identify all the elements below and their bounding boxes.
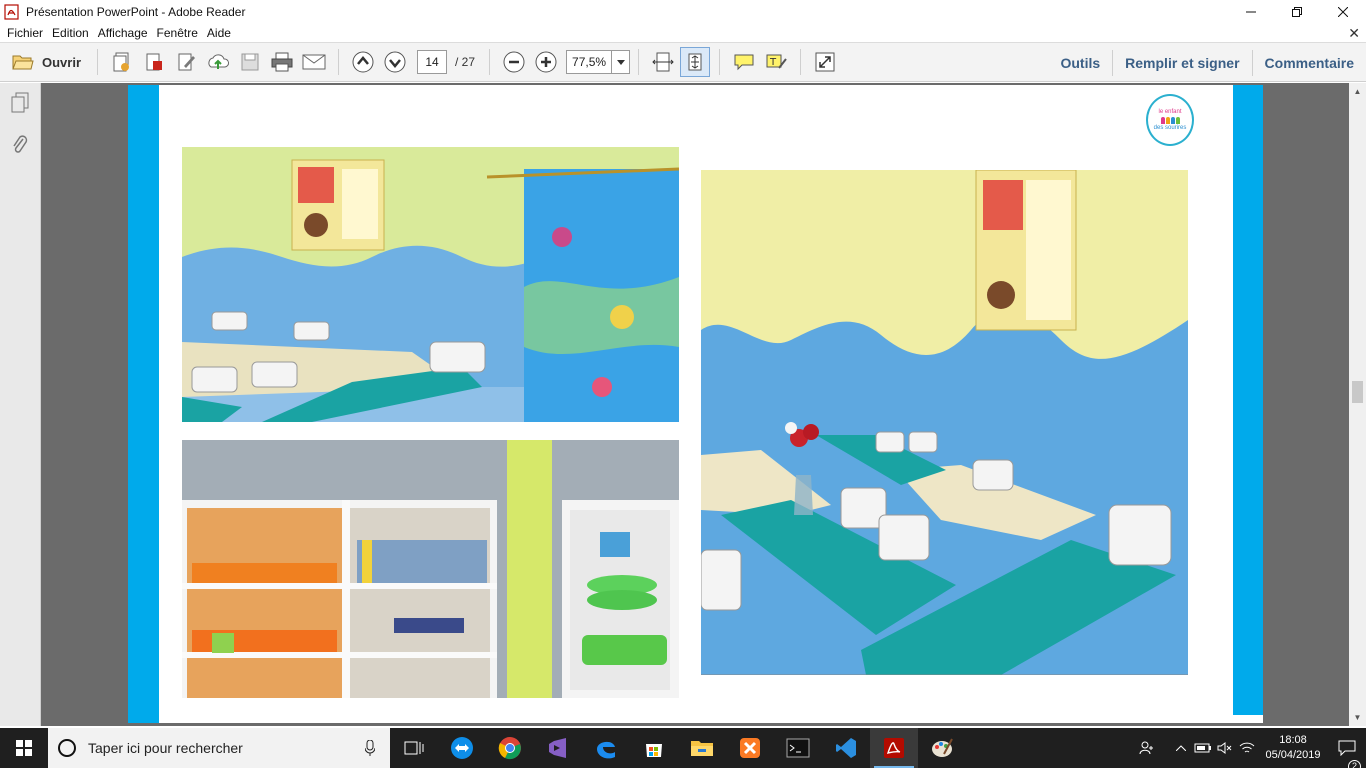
next-page-icon[interactable] bbox=[380, 47, 410, 77]
people-icon[interactable] bbox=[1136, 728, 1158, 768]
edge-icon[interactable] bbox=[582, 728, 630, 768]
microphone-icon[interactable] bbox=[360, 740, 380, 756]
create-pdf-icon[interactable] bbox=[107, 47, 137, 77]
system-tray: 18:08 05/04/2019 2 bbox=[1136, 728, 1366, 768]
vertical-scrollbar[interactable]: ▲ ▼ bbox=[1349, 83, 1366, 726]
print-icon[interactable] bbox=[267, 47, 297, 77]
chrome-icon[interactable] bbox=[486, 728, 534, 768]
xampp-icon[interactable] bbox=[726, 728, 774, 768]
photo-classroom-curtain bbox=[182, 147, 679, 422]
visual-studio-icon[interactable] bbox=[534, 728, 582, 768]
paint-icon[interactable] bbox=[918, 728, 966, 768]
svg-text:T: T bbox=[769, 57, 777, 68]
page-thumbnails-icon[interactable] bbox=[8, 91, 32, 115]
system-clock[interactable]: 18:08 05/04/2019 bbox=[1258, 733, 1328, 763]
cortana-icon bbox=[58, 739, 76, 757]
fullscreen-icon[interactable] bbox=[810, 47, 840, 77]
toolbar-separator bbox=[800, 49, 802, 75]
scrollbar-thumb[interactable] bbox=[1352, 381, 1363, 403]
clock-date: 05/04/2019 bbox=[1265, 749, 1321, 761]
logo-figures-icon bbox=[1160, 116, 1180, 124]
zoom-in-icon[interactable] bbox=[531, 47, 561, 77]
microsoft-store-icon[interactable] bbox=[630, 728, 678, 768]
document-area: le enfant des sourires ▲ ▼ bbox=[0, 83, 1366, 726]
combine-files-icon[interactable] bbox=[139, 47, 169, 77]
upload-cloud-icon[interactable] bbox=[203, 47, 233, 77]
open-label: Ouvrir bbox=[42, 54, 82, 70]
menu-affichage[interactable]: Affichage bbox=[95, 26, 154, 40]
navigation-pane bbox=[0, 83, 41, 726]
page-total: / 27 bbox=[455, 55, 476, 69]
logo-text-bottom: des sourires bbox=[1153, 124, 1187, 131]
comment-link[interactable]: Commentaire bbox=[1253, 55, 1366, 71]
highlight-text-icon[interactable]: T bbox=[761, 47, 791, 77]
slide-blue-border-right bbox=[1233, 85, 1263, 715]
fit-page-icon[interactable] bbox=[680, 47, 711, 77]
organization-logo: le enfant des sourires bbox=[1146, 94, 1194, 146]
edit-pdf-icon[interactable] bbox=[171, 47, 201, 77]
menu-fenetre[interactable]: Fenêtre bbox=[154, 26, 204, 40]
menu-aide[interactable]: Aide bbox=[204, 26, 237, 40]
email-icon[interactable] bbox=[299, 47, 329, 77]
menu-bar: Fichier Edition Affichage Fenêtre Aide ✕ bbox=[0, 23, 1366, 42]
command-prompt-icon[interactable] bbox=[774, 728, 822, 768]
window-title: Présentation PowerPoint - Adobe Reader bbox=[26, 4, 246, 19]
toolbar-separator bbox=[638, 49, 640, 75]
slide-page: le enfant des sourires bbox=[128, 85, 1263, 723]
toolbar: Ouvrir 14 / 27 77,5% T Outils Remplir et… bbox=[0, 42, 1366, 82]
taskbar: Taper ici pour rechercher 18:08 05/04/20… bbox=[0, 728, 1366, 768]
taskbar-search-box[interactable]: Taper ici pour rechercher bbox=[48, 728, 390, 768]
photo-dining-room bbox=[701, 170, 1188, 675]
adobe-reader-taskbar-icon[interactable] bbox=[870, 728, 918, 768]
scroll-down-icon[interactable]: ▼ bbox=[1349, 709, 1366, 726]
folder-icon bbox=[12, 55, 34, 70]
adobe-reader-icon bbox=[4, 3, 20, 20]
slide-blue-border-left bbox=[128, 85, 159, 723]
attachment-paperclip-icon[interactable] bbox=[8, 133, 32, 157]
previous-page-icon[interactable] bbox=[348, 47, 378, 77]
restore-button[interactable] bbox=[1274, 0, 1320, 23]
volume-muted-icon[interactable] bbox=[1214, 728, 1236, 768]
page-number-input[interactable]: 14 bbox=[417, 50, 448, 74]
windows-start-icon[interactable] bbox=[0, 728, 48, 768]
zoom-select[interactable]: 77,5% bbox=[566, 50, 631, 74]
menu-edition[interactable]: Edition bbox=[49, 26, 95, 40]
show-hidden-icons-chevron-icon[interactable] bbox=[1170, 728, 1192, 768]
notification-badge: 2 bbox=[1348, 760, 1361, 768]
close-document-icon[interactable]: ✕ bbox=[1348, 25, 1360, 42]
photo-storage-shelves bbox=[182, 440, 679, 698]
zoom-value: 77,5% bbox=[572, 55, 607, 69]
fit-width-icon[interactable] bbox=[648, 47, 678, 77]
teamviewer-icon[interactable] bbox=[438, 728, 486, 768]
toolbar-separator bbox=[97, 49, 99, 75]
vscode-icon[interactable] bbox=[822, 728, 870, 768]
task-view-icon[interactable] bbox=[390, 728, 438, 768]
logo-text-top: le enfant bbox=[1158, 108, 1182, 115]
toolbar-separator bbox=[719, 49, 721, 75]
tools-link[interactable]: Outils bbox=[1048, 55, 1112, 71]
title-bar: Présentation PowerPoint - Adobe Reader bbox=[0, 0, 1366, 23]
open-button[interactable]: Ouvrir bbox=[4, 47, 89, 77]
toolbar-separator bbox=[489, 49, 491, 75]
scroll-up-icon[interactable]: ▲ bbox=[1349, 83, 1366, 100]
chevron-down-icon[interactable] bbox=[611, 51, 629, 73]
action-center-icon[interactable]: 2 bbox=[1328, 740, 1366, 768]
zoom-out-icon[interactable] bbox=[499, 47, 529, 77]
search-placeholder: Taper ici pour rechercher bbox=[88, 740, 243, 756]
toolbar-separator bbox=[338, 49, 340, 75]
clock-time: 18:08 bbox=[1279, 734, 1307, 746]
fill-sign-link[interactable]: Remplir et signer bbox=[1113, 55, 1251, 71]
menu-fichier[interactable]: Fichier bbox=[4, 26, 49, 40]
minimize-button[interactable] bbox=[1228, 0, 1274, 23]
comment-bubble-icon[interactable] bbox=[729, 47, 759, 77]
save-icon[interactable] bbox=[235, 47, 265, 77]
wifi-icon[interactable] bbox=[1236, 728, 1258, 768]
close-button[interactable] bbox=[1320, 0, 1366, 23]
file-explorer-icon[interactable] bbox=[678, 728, 726, 768]
battery-icon[interactable] bbox=[1192, 728, 1214, 768]
